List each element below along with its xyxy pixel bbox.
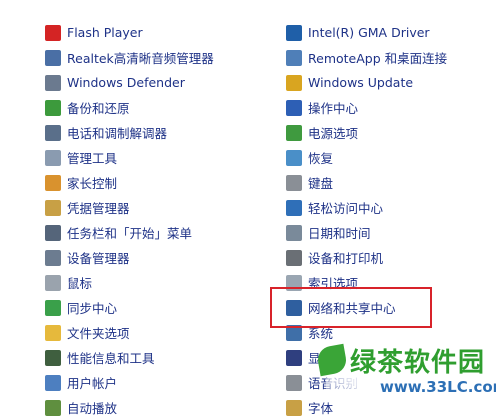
control-panel-item[interactable]: 操作中心	[286, 95, 491, 120]
control-panel-item[interactable]: 恢复	[286, 145, 491, 170]
item-label: 同步中心	[67, 301, 118, 316]
item-label: 电源选项	[308, 126, 359, 141]
control-panel-item[interactable]: 凭据管理器	[45, 195, 255, 220]
item-label: 管理工具	[67, 151, 118, 166]
parental-controls-icon	[45, 174, 61, 191]
item-label: 性能信息和工具	[67, 351, 155, 366]
system-icon	[286, 324, 302, 341]
control-panel-item[interactable]: 电源选项	[286, 120, 491, 145]
control-panel-item[interactable]: 任务栏和「开始」菜单	[45, 220, 255, 245]
control-panel-item[interactable]: Windows Update	[286, 70, 491, 95]
control-panel-item[interactable]: 鼠标	[45, 270, 255, 295]
item-label: RemoteApp 和桌面连接	[308, 51, 448, 66]
indexing-options-icon	[286, 274, 302, 291]
item-label: 日期和时间	[308, 226, 371, 241]
control-panel-item[interactable]: Intel(R) GMA Driver	[286, 20, 491, 45]
date-time-icon	[286, 224, 302, 241]
item-label: 操作中心	[308, 101, 359, 116]
mouse-icon	[45, 274, 61, 291]
item-label: 家长控制	[67, 176, 118, 191]
item-label: Windows Update	[308, 75, 414, 90]
item-label: 系统	[308, 326, 334, 341]
item-label: 恢复	[308, 151, 334, 166]
item-label: Flash Player	[67, 25, 143, 40]
control-panel-item[interactable]: 系统	[286, 320, 491, 345]
windows-defender-icon	[45, 74, 61, 91]
item-label: 备份和还原	[67, 101, 130, 116]
control-panel-item[interactable]: 自动播放	[45, 395, 255, 420]
control-panel-item[interactable]: 键盘	[286, 170, 491, 195]
display-icon	[286, 349, 302, 366]
control-panel-item[interactable]: 字体	[286, 395, 491, 420]
flash-player-icon	[45, 24, 61, 41]
item-label: 用户帐户	[67, 376, 118, 391]
item-label: 设备和打印机	[308, 251, 384, 266]
item-label: 网络和共享中心	[308, 301, 396, 316]
control-panel-item[interactable]: Windows Defender	[45, 70, 255, 95]
item-label: Windows Defender	[67, 75, 185, 90]
speech-recognition-icon	[286, 374, 302, 391]
control-panel-item[interactable]: 性能信息和工具	[45, 345, 255, 370]
right-column: Intel(R) GMA Driver RemoteApp 和桌面连接 Window…	[286, 20, 491, 420]
backup-restore-icon	[45, 99, 61, 116]
control-panel-item[interactable]: 用户帐户	[45, 370, 255, 395]
admin-tools-icon	[45, 149, 61, 166]
item-label: 自动播放	[67, 401, 118, 416]
item-label: 轻松访问中心	[308, 201, 384, 216]
control-panel-item[interactable]: Realtek高清晰音频管理器	[45, 45, 255, 70]
item-label: 显示	[308, 351, 334, 366]
control-panel-item[interactable]: 同步中心	[45, 295, 255, 320]
item-label: 语音识别	[308, 376, 359, 391]
control-panel-item[interactable]: 电话和调制解调器	[45, 120, 255, 145]
control-panel-item[interactable]: 轻松访问中心	[286, 195, 491, 220]
sync-center-icon	[45, 299, 61, 316]
item-label: 电话和调制解调器	[67, 126, 168, 141]
fonts-icon	[286, 399, 302, 416]
folder-options-icon	[45, 324, 61, 341]
power-options-icon	[286, 124, 302, 141]
recovery-icon	[286, 149, 302, 166]
control-panel-item[interactable]: 语音识别	[286, 370, 491, 395]
user-accounts-icon	[45, 374, 61, 391]
remoteapp-icon	[286, 49, 302, 66]
control-panel-item[interactable]: 管理工具	[45, 145, 255, 170]
control-panel-item[interactable]: 日期和时间	[286, 220, 491, 245]
item-label: 凭据管理器	[67, 201, 130, 216]
keyboard-icon	[286, 174, 302, 191]
network-sharing-icon	[286, 299, 302, 316]
item-label: 文件夹选项	[67, 326, 130, 341]
intel-gma-icon	[286, 24, 302, 41]
item-label: Intel(R) GMA Driver	[308, 25, 430, 40]
control-panel-item[interactable]: Flash Player	[45, 20, 255, 45]
device-manager-icon	[45, 249, 61, 266]
item-label: 鼠标	[67, 276, 93, 291]
ease-of-access-icon	[286, 199, 302, 216]
item-label: 索引选项	[308, 276, 359, 291]
performance-tools-icon	[45, 349, 61, 366]
action-center-icon	[286, 99, 302, 116]
left-column: Flash Player Realtek高清晰音频管理器 Windows Defen…	[45, 20, 255, 420]
item-label: Realtek高清晰音频管理器	[67, 51, 214, 66]
phone-modem-icon	[45, 124, 61, 141]
autoplay-icon	[45, 399, 61, 416]
control-panel-item[interactable]: 备份和还原	[45, 95, 255, 120]
windows-update-icon	[286, 74, 302, 91]
realtek-audio-icon	[45, 49, 61, 66]
control-panel-item[interactable]: 设备和打印机	[286, 245, 491, 270]
control-panel-item[interactable]: 设备管理器	[45, 245, 255, 270]
item-label: 键盘	[308, 176, 334, 191]
control-panel-item[interactable]: 显示	[286, 345, 491, 370]
item-label: 任务栏和「开始」菜单	[67, 226, 193, 241]
control-panel-item[interactable]: 索引选项	[286, 270, 491, 295]
devices-printers-icon	[286, 249, 302, 266]
taskbar-start-menu-icon	[45, 224, 61, 241]
item-label: 字体	[308, 401, 334, 416]
control-panel-item[interactable]: 网络和共享中心	[286, 295, 491, 320]
control-panel-item[interactable]: 文件夹选项	[45, 320, 255, 345]
control-panel-item[interactable]: RemoteApp 和桌面连接	[286, 45, 491, 70]
control-panel-item[interactable]: 家长控制	[45, 170, 255, 195]
credential-manager-icon	[45, 199, 61, 216]
item-label: 设备管理器	[67, 251, 130, 266]
